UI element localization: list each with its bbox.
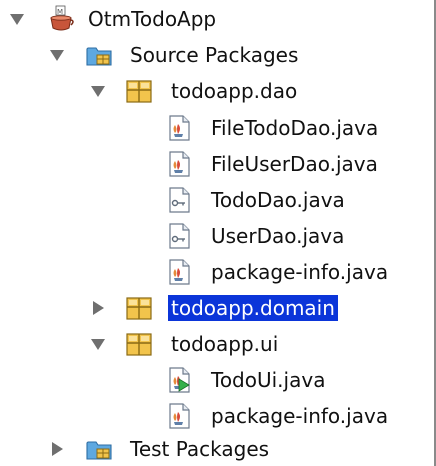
source-packages-label[interactable]: Source Packages [127,42,301,68]
java-interface-icon [164,185,194,215]
java-main-class-icon [164,365,194,395]
tree-node-file[interactable]: UserDao.java [0,218,434,254]
source-folder-icon [84,40,114,70]
package-icon [124,293,154,323]
tree-node-package-dao[interactable]: todoapp.dao [0,73,434,109]
collapsed-arrow-icon[interactable] [89,299,107,317]
file-name[interactable]: UserDao.java [208,223,347,249]
tree-node-file[interactable]: TodoDao.java [0,182,434,218]
test-folder-icon [84,434,114,464]
tree-node-file[interactable]: FileUserDao.java [0,146,434,182]
project-tree: OtmTodoApp Source Packages todoapp.dao F… [0,0,436,466]
file-name[interactable]: TodoDao.java [208,187,348,213]
tree-node-file[interactable]: FileTodoDao.java [0,110,434,146]
expanded-arrow-icon[interactable] [89,82,107,100]
package-icon [124,329,154,359]
file-name[interactable]: package-info.java [208,259,391,285]
tree-node-project[interactable]: OtmTodoApp [0,1,434,37]
expanded-arrow-icon[interactable] [48,46,66,64]
tree-node-file[interactable]: package-info.java [0,254,434,290]
tree-node-file[interactable]: TodoUi.java [0,362,434,398]
package-name-selected[interactable]: todoapp.domain [168,295,338,321]
tree-node-test-packages[interactable]: Test Packages [0,431,434,466]
tree-node-package-domain[interactable]: todoapp.domain [0,290,434,326]
tree-node-source-packages[interactable]: Source Packages [0,37,434,73]
file-name[interactable]: FileTodoDao.java [208,115,381,141]
package-name[interactable]: todoapp.dao [168,78,300,104]
project-name[interactable]: OtmTodoApp [85,6,219,32]
tree-node-file[interactable]: package-info.java [0,398,434,434]
java-class-icon [164,149,194,179]
package-icon [124,76,154,106]
project-icon [46,4,76,34]
java-class-icon [164,113,194,143]
file-name[interactable]: FileUserDao.java [208,151,381,177]
java-interface-icon [164,221,194,251]
package-name[interactable]: todoapp.ui [168,331,281,357]
file-name[interactable]: package-info.java [208,403,391,429]
java-class-icon [164,257,194,287]
expanded-arrow-icon[interactable] [89,335,107,353]
java-class-icon [164,401,194,431]
collapsed-arrow-icon[interactable] [48,440,66,458]
tree-node-package-ui[interactable]: todoapp.ui [0,326,434,362]
expanded-arrow-icon[interactable] [8,10,26,28]
file-name[interactable]: TodoUi.java [208,367,328,393]
test-packages-label[interactable]: Test Packages [127,436,272,462]
